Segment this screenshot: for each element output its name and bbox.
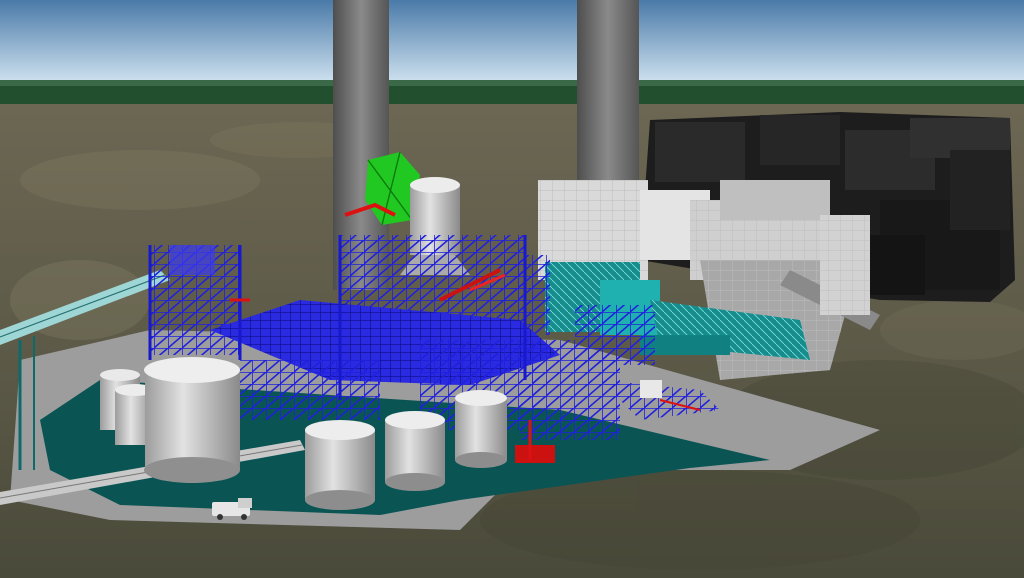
equipment-box bbox=[640, 380, 662, 398]
tank bbox=[305, 420, 375, 510]
tank bbox=[455, 390, 507, 468]
tank bbox=[144, 357, 240, 483]
sky bbox=[0, 0, 1024, 86]
tank bbox=[385, 411, 445, 491]
power-plant-3d-render bbox=[0, 0, 1024, 578]
